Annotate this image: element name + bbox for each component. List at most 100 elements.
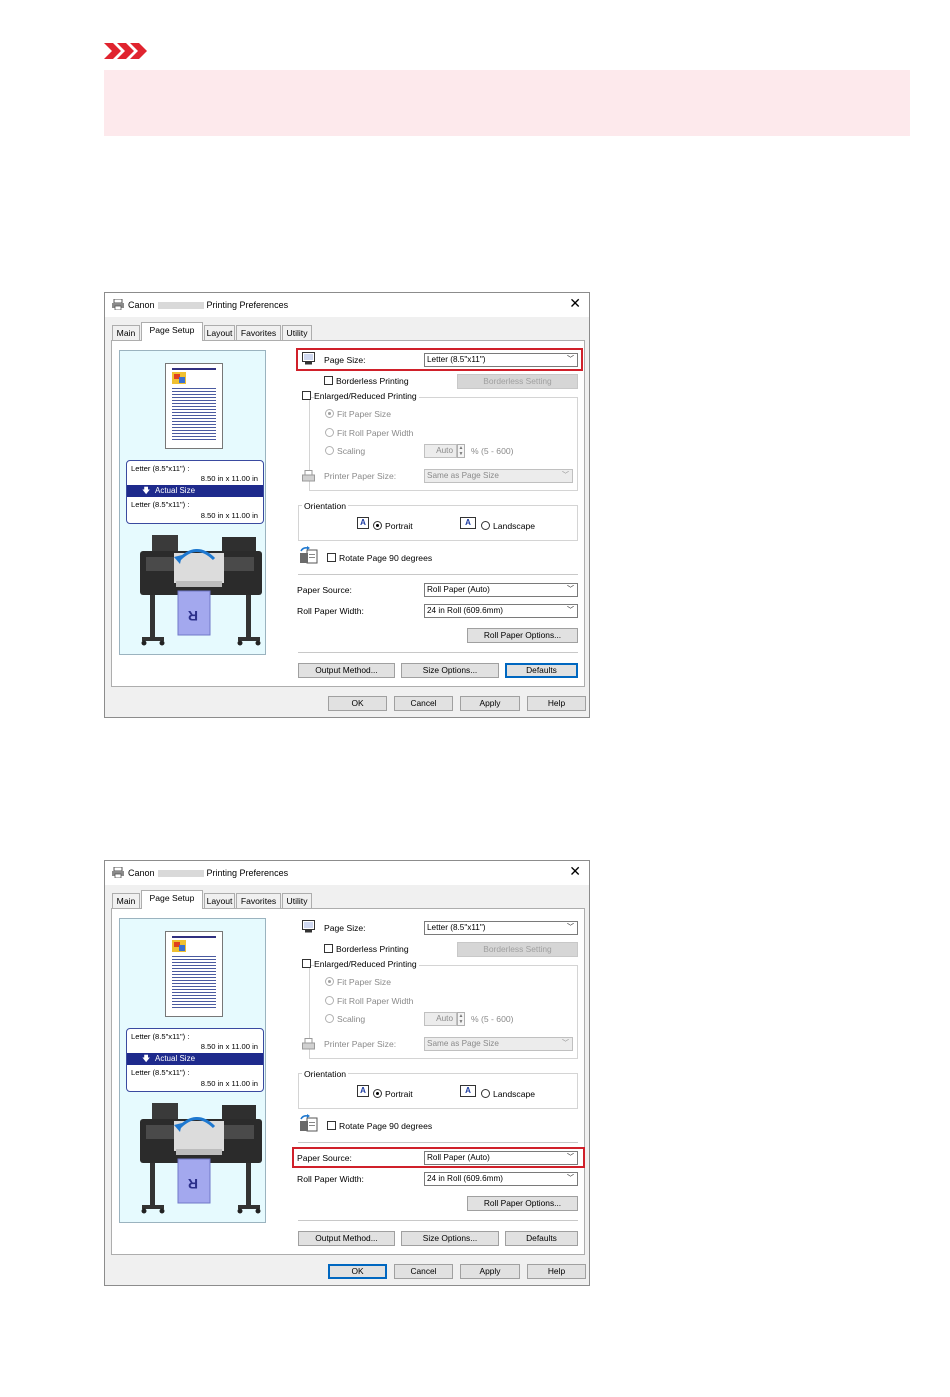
tab-main[interactable]: Main (112, 893, 140, 908)
scaling-input[interactable]: Auto (424, 1012, 457, 1026)
printer-paper-size-dropdown[interactable]: Same as Page Size ﹀ (424, 1037, 573, 1051)
scaling-radio[interactable] (325, 446, 334, 455)
paper-source-label: Paper Source: (297, 585, 352, 595)
paper-source-value: Roll Paper (Auto) (427, 585, 490, 594)
portrait-label: Portrait (385, 1089, 413, 1099)
svg-text:R: R (188, 608, 198, 624)
tab-main[interactable]: Main (112, 325, 140, 340)
scaling-spinner[interactable]: ▲ ▼ (457, 444, 465, 458)
enlarged-reduced-checkbox[interactable] (302, 959, 311, 968)
tab-favorites[interactable]: Favorites (236, 893, 281, 908)
original-size-dimensions: 8.50 in x 11.00 in (200, 474, 258, 483)
scaling-spinner[interactable]: ▲ ▼ (457, 1012, 465, 1026)
window-title: Canon Printing Preferences (128, 300, 289, 310)
roll-paper-width-value: 24 in Roll (609.6mm) (427, 606, 503, 615)
page-size-highlight (296, 348, 583, 371)
borderless-printing-checkbox[interactable] (324, 376, 333, 385)
scaling-input[interactable]: Auto (424, 444, 457, 458)
fit-roll-width-radio[interactable] (325, 996, 334, 1005)
paper-size-info-box: Letter (8.5"x11") : 8.50 in x 11.00 in 🡇… (126, 460, 264, 524)
portrait-radio[interactable] (373, 1089, 382, 1098)
size-options-button[interactable]: Size Options... (401, 1231, 499, 1246)
chevron-down-icon: ﹀ (567, 924, 574, 931)
tab-page-setup[interactable]: Page Setup (141, 322, 203, 341)
rotate-page-label: Rotate Page 90 degrees (339, 553, 433, 563)
tab-page-setup[interactable]: Page Setup (141, 890, 203, 909)
scaling-range-label: % (5 - 600) (471, 1014, 514, 1024)
enlarged-reduced-checkbox[interactable] (302, 391, 311, 400)
landscape-a-icon: A (460, 517, 476, 529)
printer-paper-size-dropdown[interactable]: Same as Page Size ﹀ (424, 469, 573, 483)
borderless-setting-button[interactable]: Borderless Setting (457, 374, 578, 389)
roll-paper-width-value: 24 in Roll (609.6mm) (427, 1174, 503, 1183)
fit-paper-size-radio[interactable] (325, 409, 334, 418)
help-button[interactable]: Help (527, 1264, 586, 1279)
portrait-radio[interactable] (373, 521, 382, 530)
image-icon (172, 940, 186, 952)
cancel-button[interactable]: Cancel (394, 696, 453, 711)
ok-button[interactable]: OK (328, 1264, 387, 1279)
portrait-a-icon: A (357, 517, 369, 529)
monitor-icon (302, 920, 315, 933)
printer-paper-icon (302, 470, 315, 482)
fit-paper-size-label: Fit Paper Size (337, 977, 391, 987)
redacted-model-name (157, 302, 204, 310)
tab-utility[interactable]: Utility (282, 893, 312, 908)
tab-layout[interactable]: Layout (204, 325, 235, 340)
fit-paper-size-radio[interactable] (325, 977, 334, 986)
landscape-label: Landscape (493, 1089, 536, 1099)
scaling-status-label: Actual Size (155, 486, 196, 495)
fit-roll-width-radio[interactable] (325, 428, 334, 437)
tab-layout[interactable]: Layout (204, 893, 235, 908)
tab-favorites[interactable]: Favorites (236, 325, 281, 340)
scaling-range-label: % (5 - 600) (471, 446, 514, 456)
defaults-button[interactable]: Defaults (505, 1231, 578, 1246)
fit-roll-width-label: Fit Roll Paper Width (337, 428, 414, 438)
portrait-a-icon: A (357, 1085, 369, 1097)
roll-paper-width-dropdown[interactable]: 24 in Roll (609.6mm) ﹀ (424, 604, 578, 618)
roll-paper-width-dropdown[interactable]: 24 in Roll (609.6mm) ﹀ (424, 1172, 578, 1186)
scaling-status-label: Actual Size (155, 1054, 196, 1063)
cancel-button[interactable]: Cancel (394, 1264, 453, 1279)
roll-paper-width-label: Roll Paper Width: (297, 606, 364, 616)
rotate-page-icon (300, 546, 318, 564)
apply-button[interactable]: Apply (460, 696, 520, 711)
roll-paper-options-button[interactable]: Roll Paper Options... (467, 628, 578, 643)
printing-preferences-dialog: Canon Printing Preferences ✕ Main Page Se… (104, 292, 590, 718)
output-size-dimensions: 8.50 in x 11.00 in (200, 1079, 258, 1088)
rotate-page-checkbox[interactable] (327, 1121, 336, 1130)
paper-source-dropdown[interactable]: Roll Paper (Auto) ﹀ (424, 583, 578, 597)
borderless-printing-checkbox[interactable] (324, 944, 333, 953)
printing-preferences-dialog: Canon Printing Preferences ✕ Main Page Se… (104, 860, 590, 1286)
rotate-page-checkbox[interactable] (327, 553, 336, 562)
apply-button[interactable]: Apply (460, 1264, 520, 1279)
tab-utility[interactable]: Utility (282, 325, 312, 340)
output-method-button[interactable]: Output Method... (298, 663, 395, 678)
ok-button[interactable]: OK (328, 696, 387, 711)
large-format-printer-illustration: R (140, 1103, 262, 1214)
printer-paper-size-label: Printer Paper Size: (324, 1039, 397, 1049)
window-title: Canon Printing Preferences (128, 868, 289, 878)
close-icon[interactable]: ✕ (569, 296, 581, 310)
portrait-label: Portrait (385, 521, 413, 531)
size-options-button[interactable]: Size Options... (401, 663, 499, 678)
image-icon (172, 372, 186, 384)
landscape-radio[interactable] (481, 1089, 490, 1098)
close-icon[interactable]: ✕ (569, 864, 581, 878)
original-size-label: Letter (8.5"x11") : (131, 464, 190, 473)
help-button[interactable]: Help (527, 696, 586, 711)
scaling-label: Scaling (337, 446, 366, 456)
borderless-setting-button[interactable]: Borderless Setting (457, 942, 578, 957)
defaults-button[interactable]: Defaults (505, 663, 578, 678)
page-size-dropdown[interactable]: Letter (8.5"x11") ﹀ (424, 921, 578, 935)
roll-paper-options-button[interactable]: Roll Paper Options... (467, 1196, 578, 1211)
printer-icon (112, 867, 124, 878)
page-preview-thumbnail (165, 931, 223, 1017)
landscape-radio[interactable] (481, 521, 490, 530)
scaling-status-bar: 🡇 Actual Size (127, 1053, 263, 1065)
scaling-radio[interactable] (325, 1014, 334, 1023)
output-method-button[interactable]: Output Method... (298, 1231, 395, 1246)
chevron-down-icon: ﹀ (567, 1175, 574, 1182)
scaling-value: Auto (436, 1014, 453, 1023)
orientation-label: Orientation (302, 1069, 349, 1079)
